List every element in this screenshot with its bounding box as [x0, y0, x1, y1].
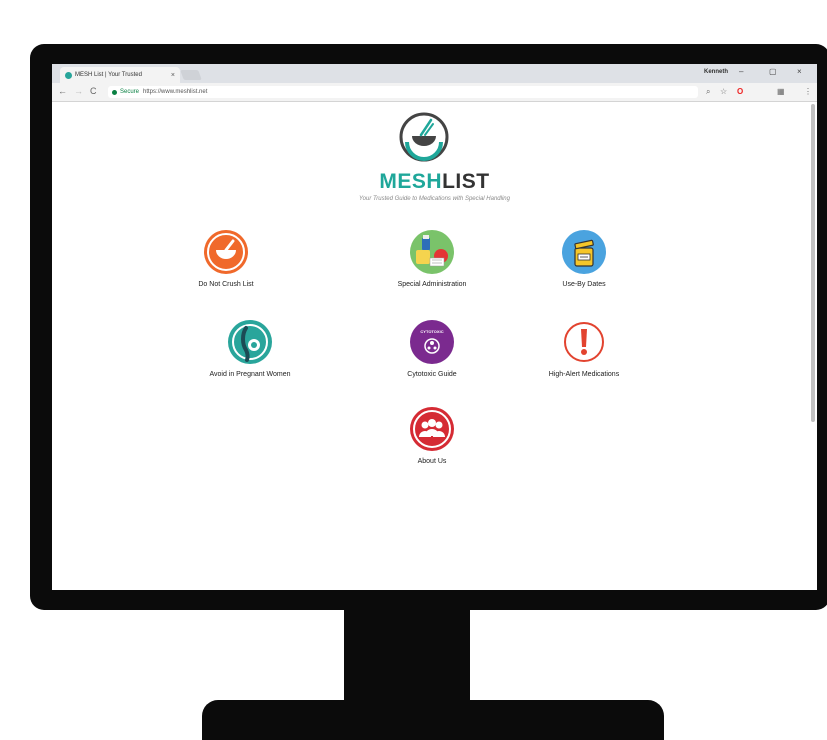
tile-cytotoxic-guide[interactable]: CYTOTOXIC Cytotoxic Guide	[352, 320, 512, 378]
group-icon	[410, 407, 454, 451]
tagline: Your Trusted Guide to Medications with S…	[359, 196, 510, 202]
minimize-icon[interactable]: –	[739, 67, 743, 76]
lock-icon	[112, 89, 117, 95]
forward-icon[interactable]: →	[74, 86, 83, 96]
tile-high-alert-medications[interactable]: High-Alert Medications	[504, 320, 664, 378]
tab-meshlist[interactable]: MESH List | Your Trusted ×	[60, 67, 180, 83]
tile-label: High-Alert Medications	[548, 371, 620, 378]
tab-title: MESH List | Your Trusted	[75, 72, 142, 78]
mortar-pestle-icon	[204, 230, 248, 274]
extensions-icon[interactable]: ▦	[777, 87, 785, 96]
scrollbar[interactable]	[811, 104, 815, 422]
tile-label: Cytotoxic Guide	[407, 371, 457, 378]
tile-label: Do Not Crush List	[198, 281, 254, 288]
tile-do-not-crush[interactable]: Do Not Crush List	[146, 230, 306, 288]
favicon-icon	[65, 71, 72, 79]
cytotoxic-icon: CYTOTOXIC	[410, 320, 454, 364]
tile-label: Avoid in Pregnant Women	[209, 371, 291, 378]
cytotoxic-badge-text: CYTOTOXIC	[420, 329, 443, 334]
brand-name: MESHLIST	[379, 170, 490, 193]
page-content: MESHLIST Your Trusted Guide to Medicatio…	[52, 102, 817, 590]
tile-label: About Us	[417, 458, 447, 465]
monitor-stand-neck	[344, 606, 470, 706]
close-icon[interactable]: ×	[797, 67, 802, 76]
tab-close-icon[interactable]: ×	[171, 72, 175, 79]
tile-use-by-dates[interactable]: Use-By Dates	[504, 230, 664, 288]
new-tab-button[interactable]	[180, 70, 202, 80]
reload-icon[interactable]: C	[90, 86, 97, 96]
medicine-jar-icon	[562, 230, 606, 274]
url-text[interactable]: https://www.meshlist.net	[143, 89, 207, 95]
monitor-stand-base	[202, 700, 664, 740]
secure-label: Secure	[120, 89, 140, 95]
menu-icon[interactable]: ⋮	[804, 87, 812, 96]
tile-label: Special Administration	[397, 281, 467, 288]
zoom-icon[interactable]: ⌕	[706, 87, 710, 97]
meshlist-logo-icon[interactable]	[399, 112, 449, 162]
tile-avoid-in-pregnant-women[interactable]: Avoid in Pregnant Women	[170, 320, 330, 378]
tile-special-administration[interactable]: Special Administration	[352, 230, 512, 288]
opera-icon[interactable]: O	[737, 87, 743, 96]
browser-window: MESH List | Your Trusted × Kenneth – ▢ ×…	[52, 64, 817, 590]
tile-label: Use-By Dates	[562, 281, 606, 288]
maximize-icon[interactable]: ▢	[769, 67, 777, 76]
exclamation-icon	[562, 320, 606, 364]
pregnant-woman-icon	[228, 320, 272, 364]
back-icon[interactable]: ←	[58, 86, 67, 96]
medicine-supplies-icon	[410, 230, 454, 274]
profile-name[interactable]: Kenneth	[704, 69, 728, 75]
tab-bar: MESH List | Your Trusted × Kenneth – ▢ ×	[52, 64, 817, 83]
bookmark-star-icon[interactable]: ☆	[720, 87, 727, 96]
tile-about-us[interactable]: About Us	[352, 407, 512, 465]
address-bar[interactable]: Secure https://www.meshlist.net	[108, 86, 698, 98]
browser-toolbar: ← → C Secure https://www.meshlist.net ⌕ …	[52, 83, 817, 102]
